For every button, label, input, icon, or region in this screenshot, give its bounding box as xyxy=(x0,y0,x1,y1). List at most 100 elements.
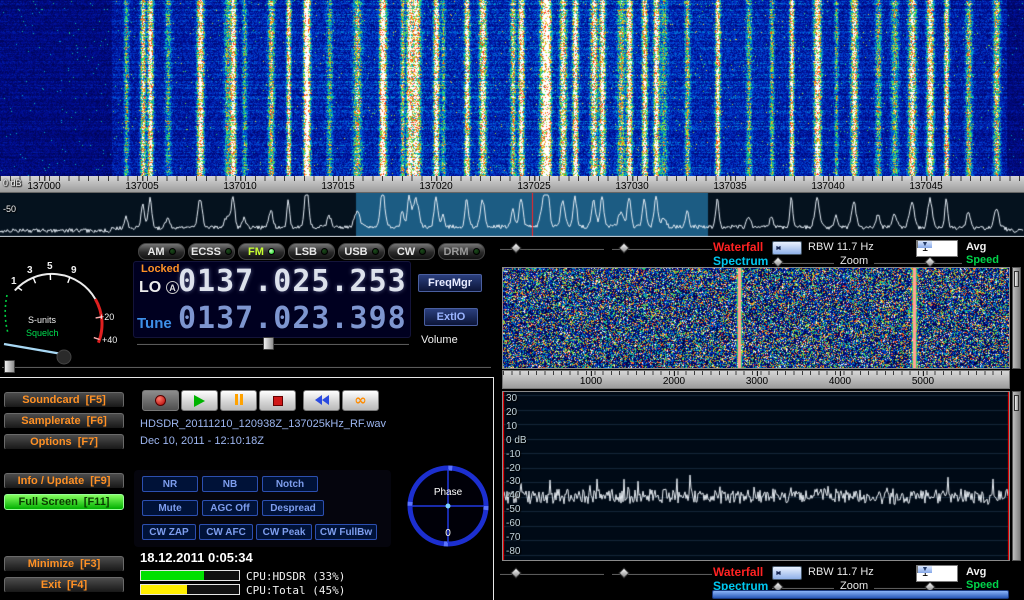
zoom-slider[interactable] xyxy=(772,257,834,267)
main-spectrum[interactable] xyxy=(0,193,1024,237)
despread-button[interactable]: Despread xyxy=(262,500,324,516)
button-label: Despread xyxy=(270,503,316,514)
cw-afc-button[interactable]: CW AFC xyxy=(199,524,253,540)
info-update-button[interactable]: Info / Update [F9] xyxy=(4,473,124,489)
freq-label: 137010 xyxy=(223,181,256,192)
waterfall-contrast-vslider[interactable] xyxy=(1012,267,1021,369)
squelch-slider[interactable] xyxy=(2,360,491,373)
waterfall-scroll-control[interactable]: ◄► xyxy=(772,241,802,255)
freq-label: 4000 xyxy=(829,376,851,387)
slider-thumb[interactable] xyxy=(1014,395,1019,411)
rx-waterfall[interactable] xyxy=(503,268,1009,368)
waterfall-upper-limit-slider[interactable] xyxy=(500,243,604,253)
cw-zap-button[interactable]: CW ZAP xyxy=(142,524,196,540)
slider-thumb[interactable] xyxy=(924,256,935,267)
button-label: Info / Update xyxy=(18,475,85,487)
nr-button[interactable]: NR xyxy=(142,476,198,492)
button-label: NR xyxy=(163,479,177,490)
avg-select[interactable]: 1 ▼ xyxy=(916,565,958,582)
freq-label: 137015 xyxy=(321,181,354,192)
slider-thumb[interactable] xyxy=(510,242,521,253)
button-label: Mute xyxy=(158,503,181,514)
slider-thumb[interactable] xyxy=(618,567,629,578)
pause-button[interactable] xyxy=(220,390,257,411)
phase-scope[interactable]: Phase 0 xyxy=(405,463,491,549)
s-units-label: S-units xyxy=(28,315,57,325)
extio-label: ExtIO xyxy=(437,311,466,323)
nb-button[interactable]: NB xyxy=(202,476,258,492)
freq-label: 137035 xyxy=(713,181,746,192)
tune-frequency[interactable]: 0137.023.398 xyxy=(178,301,407,336)
avg-select[interactable]: 1 ▼ xyxy=(916,240,958,257)
spectrum-label[interactable]: Spectrum xyxy=(713,254,768,268)
zoom-range-bar[interactable] xyxy=(712,590,1009,599)
button-label: CW Peak xyxy=(263,527,306,538)
button-hotkey: [F9] xyxy=(90,475,110,487)
stop-button[interactable] xyxy=(259,390,296,411)
freq-label: 137045 xyxy=(909,181,942,192)
main-waterfall[interactable] xyxy=(0,0,1024,176)
arrow-right-icon[interactable]: ► xyxy=(775,570,782,577)
volume-slider[interactable] xyxy=(137,337,409,350)
notch-button[interactable]: Notch xyxy=(262,476,318,492)
chevron-down-icon[interactable]: ▼ xyxy=(917,241,932,248)
freq-label: 137000 xyxy=(27,181,60,192)
button-label: CW AFC xyxy=(206,527,246,538)
phase-value: 0 xyxy=(445,528,451,539)
arrow-right-icon[interactable]: ► xyxy=(775,245,782,252)
waterfall-label[interactable]: Waterfall xyxy=(713,565,763,579)
play-button[interactable] xyxy=(181,390,218,411)
slider-thumb[interactable] xyxy=(618,242,629,253)
zoom-label: Zoom xyxy=(840,255,868,267)
rx-waterfall-frame xyxy=(502,267,1010,369)
waterfall-scroll-control[interactable]: ◄► xyxy=(772,566,802,580)
main-frequency-scale[interactable]: 137000 137005 137010 137015 137020 13702… xyxy=(0,176,1024,193)
play-icon xyxy=(194,395,205,407)
waterfall-label[interactable]: Waterfall xyxy=(713,240,763,254)
freq-label: 137025 xyxy=(517,181,550,192)
loop-button[interactable]: ∞ xyxy=(342,390,379,411)
options-button[interactable]: Options[F7] xyxy=(4,434,124,450)
speed-slider[interactable] xyxy=(874,257,962,267)
button-hotkey: [F5] xyxy=(86,394,106,406)
agc-button[interactable]: AGC Off xyxy=(202,500,258,516)
button-label: Samplerate xyxy=(21,415,80,427)
waterfall-lower-limit-slider[interactable] xyxy=(612,243,712,253)
pause-icon xyxy=(234,392,244,410)
chevron-down-icon[interactable]: ▼ xyxy=(917,566,932,573)
rx-frequency-scale[interactable]: 1000 2000 3000 4000 5000 xyxy=(502,370,1010,389)
volume-label: Volume xyxy=(421,334,458,346)
phase-dot xyxy=(446,504,451,509)
record-button[interactable] xyxy=(142,390,179,411)
slider-thumb[interactable] xyxy=(1014,271,1019,287)
lo-frequency[interactable]: 0137.025.253 xyxy=(178,264,407,299)
spectrum-range-vslider[interactable] xyxy=(1012,391,1021,561)
cw-peak-button[interactable]: CW Peak xyxy=(256,524,312,540)
rewind-icon xyxy=(315,392,329,410)
freqmgr-button[interactable]: FreqMgr xyxy=(418,274,482,292)
soundcard-button[interactable]: Soundcard[F5] xyxy=(4,392,124,408)
freq-label: 137005 xyxy=(125,181,158,192)
button-label: AGC Off xyxy=(210,503,249,514)
rewind-button[interactable] xyxy=(303,390,340,411)
rx-display-controls-top: Waterfall ◄► RBW 11.7 Hz 1 ▼ Avg Spectru… xyxy=(0,239,1024,269)
mute-button[interactable]: Mute xyxy=(142,500,198,516)
horizontal-divider xyxy=(0,377,494,378)
waterfall-upper-limit-slider[interactable] xyxy=(500,568,604,578)
samplerate-button[interactable]: Samplerate[F6] xyxy=(4,413,124,429)
button-label: Full Screen xyxy=(19,496,78,508)
freq-label: 137040 xyxy=(811,181,844,192)
slider-thumb[interactable] xyxy=(772,256,783,267)
freq-label: 137020 xyxy=(419,181,452,192)
waterfall-lower-limit-slider[interactable] xyxy=(612,568,712,578)
slider-thumb[interactable] xyxy=(510,567,521,578)
squelch-slider-thumb[interactable] xyxy=(4,360,15,373)
squelch-label: Squelch xyxy=(26,328,59,338)
extio-button[interactable]: ExtIO xyxy=(424,308,478,326)
cw-fullbw-button[interactable]: CW FullBw xyxy=(315,524,377,540)
volume-slider-thumb[interactable] xyxy=(263,337,274,350)
s-meter-tick-1: 1 xyxy=(11,276,17,287)
s-meter-needle xyxy=(4,344,62,354)
rx-spectrum[interactable] xyxy=(503,392,1009,560)
fullscreen-button[interactable]: Full Screen[F11] xyxy=(4,494,124,510)
